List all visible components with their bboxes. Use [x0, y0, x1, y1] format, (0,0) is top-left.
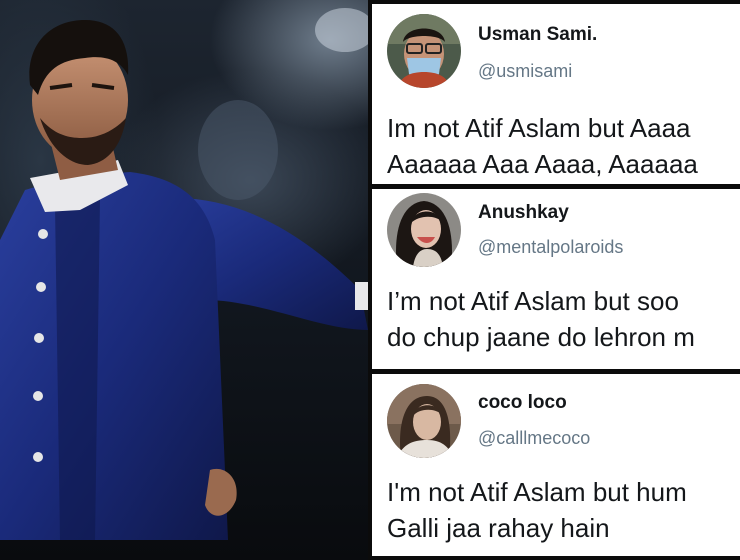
suit-jacket [0, 172, 228, 540]
tweet-text: I’m not Atif Aslam but soo do chup jaane… [387, 283, 695, 355]
tweet-text-line: Aaaaaa Aaa Aaaa, Aaaaaa [387, 149, 698, 179]
tweet-text-line: I’m not Atif Aslam but soo [387, 286, 679, 316]
display-name[interactable]: Anushkay [478, 202, 569, 224]
tweet-card: coco loco @calllmecoco I'm not Atif Asla… [372, 374, 740, 556]
tweet-card: Anushkay @mentalpolaroids I’m not Atif A… [372, 189, 740, 369]
tweet-text-line: Im not Atif Aslam but Aaaa [387, 113, 691, 143]
avatar[interactable] [387, 384, 461, 458]
hand [205, 468, 237, 516]
display-name[interactable]: Usman Sami. [478, 24, 597, 46]
avatar-woman-in-dim-light-icon [387, 384, 461, 458]
singer-photo [0, 0, 368, 560]
user-handle[interactable]: @usmisami [478, 61, 572, 82]
singer-illustration [0, 8, 368, 540]
avatar[interactable] [387, 193, 461, 267]
tweet-text: Im not Atif Aslam but Aaaa Aaaaaa Aaa Aa… [387, 110, 698, 182]
user-handle[interactable]: @calllmecoco [478, 428, 590, 449]
tweet-text: I'm not Atif Aslam but hum Galli jaa rah… [387, 474, 687, 546]
tweet-text-line: Galli jaa rahay hain [387, 513, 610, 543]
user-handle[interactable]: @mentalpolaroids [478, 237, 623, 258]
avatar-woman-with-hair-icon [387, 193, 461, 267]
tweet-text-line: do chup jaane do lehron m [387, 322, 695, 352]
stage-light [315, 8, 368, 52]
shirt-cuff [355, 282, 368, 310]
avatar-man-with-mask-icon [387, 14, 461, 88]
tweet-text-line: I'm not Atif Aslam but hum [387, 477, 687, 507]
avatar[interactable] [387, 14, 461, 88]
display-name[interactable]: coco loco [478, 392, 567, 414]
tweet-card: Usman Sami. @usmisami Im not Atif Aslam … [372, 4, 740, 184]
